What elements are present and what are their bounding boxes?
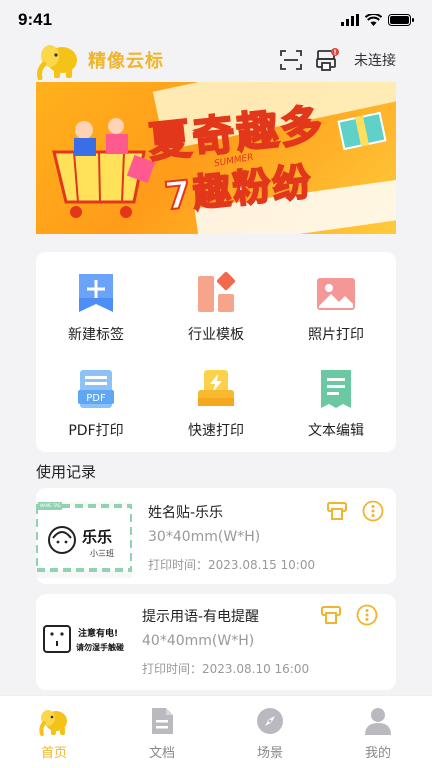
func-new-label[interactable]: 新建标签	[36, 252, 156, 348]
scan-icon[interactable]	[280, 49, 302, 71]
record-size: 30*40mm(W*H)	[148, 529, 261, 545]
record-size: 40*40mm(W*H)	[142, 633, 255, 649]
func-pdf-print[interactable]: PDF PDF打印	[36, 348, 156, 444]
tab-scenes[interactable]: 场景	[216, 696, 324, 768]
record-time: 打印时间：2023.08.15 10:00	[148, 558, 316, 572]
func-label: 照片打印	[308, 327, 364, 343]
func-label: 文本编辑	[308, 423, 364, 439]
records-section-title: 使用记录	[36, 463, 97, 481]
text-edit-icon	[321, 370, 351, 408]
socket-warning-preview	[36, 602, 132, 678]
svg-text:PDF: PDF	[86, 393, 106, 404]
function-grid: 新建标签 行业模板 照片打印 PDF PDF打印 快速打印 文本编辑	[36, 252, 396, 452]
battery-icon	[388, 14, 414, 26]
elephant-logo-icon	[37, 45, 77, 80]
bottom-tab-bar: 首页 文档 场景 我的	[0, 695, 432, 768]
app-header: 精像云标 未连接	[36, 40, 396, 80]
printer-device-icon[interactable]	[316, 48, 340, 72]
signal-icon	[341, 14, 359, 26]
func-quick-print[interactable]: 快速打印	[156, 348, 276, 444]
record-card[interactable]: NAME TAG 乐乐 小三班 姓名贴-乐乐 30*40mm(W*H) 打印时间…	[36, 488, 396, 584]
promo-banner[interactable]: 夏奇趣多 SUMMER 7趣粉纷	[36, 82, 396, 234]
tab-home[interactable]: 首页	[0, 696, 108, 768]
new-label-icon	[79, 274, 113, 312]
brand: 精像云标	[36, 40, 164, 80]
elephant-home-icon	[39, 710, 67, 736]
more-icon[interactable]	[356, 604, 378, 626]
record-actions	[326, 500, 384, 522]
header-actions: 未连接	[280, 48, 396, 72]
func-label: 新建标签	[68, 327, 124, 343]
gift-box-illustration	[337, 111, 387, 151]
tab-label: 我的	[364, 746, 391, 761]
tab-label: 首页	[40, 746, 67, 761]
thumb-line2: 请勿湿手触碰	[76, 643, 124, 652]
record-title: 提示用语-有电提醒	[142, 609, 260, 625]
pdf-print-icon: PDF	[78, 370, 114, 408]
print-icon[interactable]	[326, 500, 348, 522]
system-indicators	[341, 14, 414, 26]
shopping-cart-illustration	[52, 118, 156, 218]
print-icon[interactable]	[320, 604, 342, 626]
more-icon[interactable]	[362, 500, 384, 522]
thumb-tag: NAME TAG	[40, 503, 61, 508]
compass-icon	[257, 708, 283, 734]
person-icon	[365, 708, 391, 735]
func-label: PDF打印	[68, 423, 124, 439]
wifi-icon	[365, 14, 382, 26]
status-bar: 9:41	[0, 0, 432, 40]
template-icon	[198, 272, 236, 312]
record-time: 打印时间：2023.08.10 16:00	[142, 662, 310, 676]
record-thumbnail: 注意有电! 请勿湿手触碰	[36, 602, 132, 678]
tab-profile[interactable]: 我的	[324, 696, 432, 768]
tab-documents[interactable]: 文档	[108, 696, 216, 768]
record-actions	[320, 604, 378, 626]
func-templates[interactable]: 行业模板	[156, 252, 276, 348]
record-title: 姓名贴-乐乐	[148, 505, 224, 521]
record-thumbnail: NAME TAG 乐乐 小三班	[36, 502, 134, 578]
tab-label: 场景	[256, 746, 283, 761]
func-label: 行业模板	[188, 327, 244, 343]
document-icon	[152, 708, 173, 734]
func-photo-print[interactable]: 照片打印	[276, 252, 396, 348]
func-label: 快速打印	[188, 423, 244, 439]
record-card[interactable]: 注意有电! 请勿湿手触碰 提示用语-有电提醒 40*40mm(W*H) 打印时间…	[36, 594, 396, 690]
photo-print-icon	[317, 278, 355, 310]
status-time: 9:41	[18, 10, 53, 29]
quick-print-icon	[198, 370, 234, 406]
brand-name: 精像云标	[88, 51, 164, 72]
thumb-class: 小三班	[90, 549, 114, 558]
func-text-edit[interactable]: 文本编辑	[276, 348, 396, 444]
thumb-name: 乐乐	[82, 528, 113, 546]
tab-label: 文档	[148, 746, 175, 761]
connection-status[interactable]: 未连接	[354, 50, 396, 70]
thumb-line1: 注意有电!	[78, 629, 119, 639]
